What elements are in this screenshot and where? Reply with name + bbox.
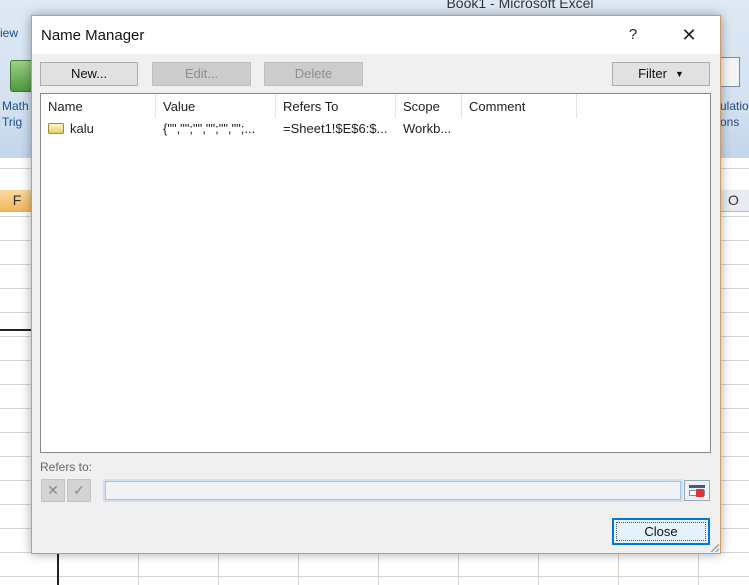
row-value: {"","";"","";"","";... [163, 121, 256, 136]
column-header-o[interactable]: O [718, 190, 749, 212]
list-header: Name Value Refers To Scope Comment [41, 94, 710, 118]
calc-label-2: ons [720, 115, 740, 129]
delete-button[interactable]: Delete [264, 62, 363, 86]
filter-button[interactable]: Filter ▼ [612, 62, 710, 86]
close-icon[interactable]: ✕ [674, 22, 704, 48]
math-trig-label: Math Trig [2, 98, 29, 130]
defined-name-icon [48, 123, 64, 134]
row-refers-to: =Sheet1!$E$6:$... [283, 121, 388, 136]
confirm-edit-button[interactable]: ✓ [67, 479, 91, 502]
trig-label: Trig [2, 115, 23, 129]
row-name-cell: kalu [41, 118, 156, 140]
resize-grip-icon[interactable] [708, 541, 719, 552]
cancel-icon: ✕ [47, 482, 59, 498]
column-header-name[interactable]: Name [41, 94, 156, 118]
collapse-dialog-button[interactable] [684, 480, 710, 501]
check-icon: ✓ [73, 482, 85, 498]
dialog-titlebar: Name Manager ? ✕ [32, 16, 720, 54]
excel-window-title: Book1 - Microsoft Excel [446, 0, 594, 11]
collapse-dialog-icon [689, 485, 705, 488]
column-header-value[interactable]: Value [156, 94, 276, 118]
calculation-options-label: ulatio ons [720, 98, 749, 130]
dialog-title: Name Manager [41, 27, 145, 44]
ribbon-tab-view[interactable]: iew [0, 26, 18, 40]
chevron-down-icon: ▼ [674, 69, 684, 79]
help-button[interactable]: ? [620, 23, 646, 47]
close-button[interactable]: Close [612, 518, 710, 545]
row-scope: Workb... [403, 121, 452, 136]
delete-button-label: Delete [294, 66, 333, 81]
table-row[interactable]: kalu {"","";"","";"","";... =Sheet1!$E$6… [41, 118, 710, 140]
row-name: kalu [70, 121, 94, 136]
edit-button[interactable]: Edit... [152, 62, 251, 86]
column-header-f[interactable]: F [0, 190, 34, 212]
names-list[interactable]: Name Value Refers To Scope Comment kalu … [40, 93, 711, 453]
filter-button-label: Filter [638, 66, 667, 81]
calc-label-1: ulatio [720, 99, 749, 113]
focus-ring [616, 522, 706, 541]
cancel-edit-button[interactable]: ✕ [41, 479, 65, 502]
math-label: Math [2, 99, 29, 113]
refers-to-label: Refers to: [40, 460, 93, 474]
name-manager-dialog: Name Manager ? ✕ New... Edit... Delete F… [31, 15, 721, 554]
new-button[interactable]: New... [40, 62, 138, 86]
collapse-dialog-icon-mark [696, 489, 704, 497]
refers-to-input[interactable] [103, 479, 683, 502]
column-header-comment[interactable]: Comment [462, 94, 577, 118]
column-header-scope[interactable]: Scope [396, 94, 462, 118]
new-button-label: New... [70, 66, 108, 81]
calculation-options-icon[interactable] [718, 57, 740, 87]
row-comment [462, 118, 577, 140]
edit-button-label: Edit... [184, 66, 219, 81]
column-header-refers-to[interactable]: Refers To [276, 94, 396, 118]
